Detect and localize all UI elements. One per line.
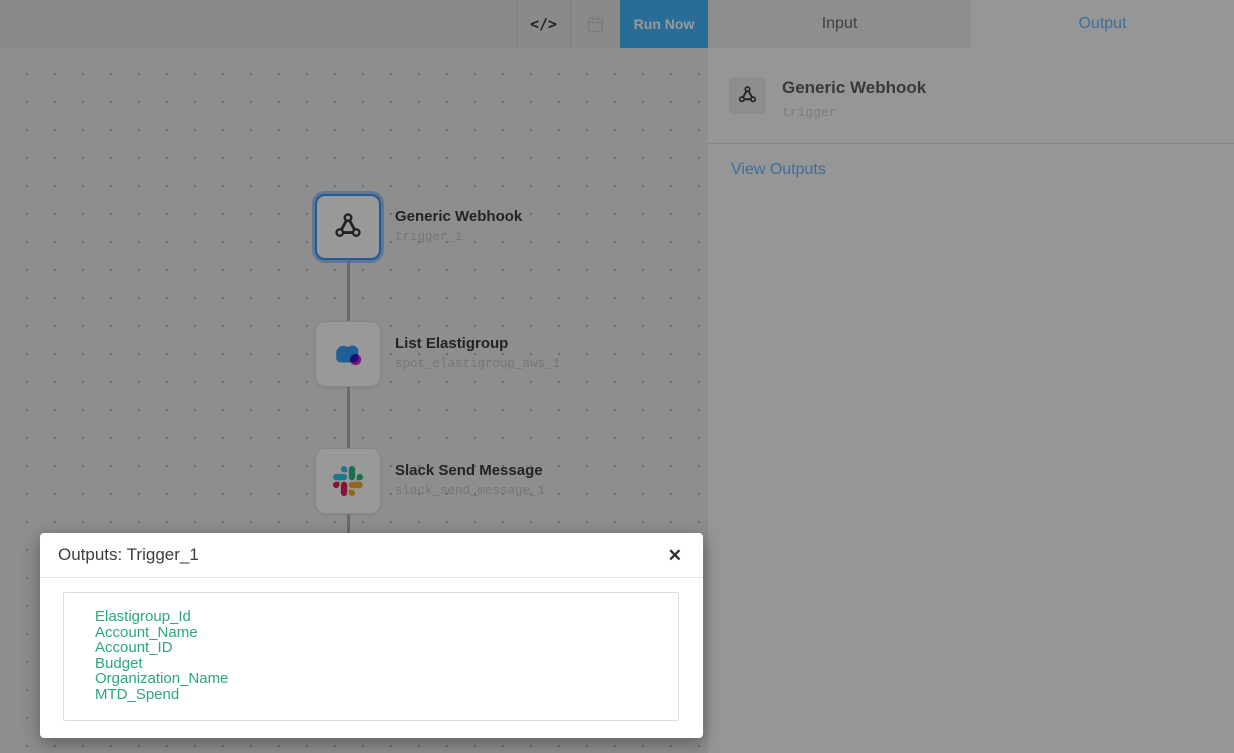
modal-header: Outputs: Trigger_1 ✕ <box>40 533 703 578</box>
modal-title: Outputs: Trigger_1 <box>58 545 199 565</box>
outputs-modal: Outputs: Trigger_1 ✕ Elastigroup_Id Acco… <box>40 533 703 738</box>
output-field[interactable]: Account_ID <box>95 640 668 656</box>
output-field[interactable]: Account_Name <box>95 625 668 641</box>
close-icon[interactable]: ✕ <box>668 547 682 564</box>
modal-body: Elastigroup_Id Account_Name Account_ID B… <box>40 578 703 721</box>
output-field[interactable]: MTD_Spend <box>95 687 668 703</box>
workflow-editor-app: </> Run Now Input Output <box>0 0 1234 753</box>
outputs-list: Elastigroup_Id Account_Name Account_ID B… <box>63 592 679 721</box>
output-field[interactable]: Organization_Name <box>95 671 668 687</box>
output-field[interactable]: Budget <box>95 656 668 672</box>
output-field[interactable]: Elastigroup_Id <box>95 609 668 625</box>
